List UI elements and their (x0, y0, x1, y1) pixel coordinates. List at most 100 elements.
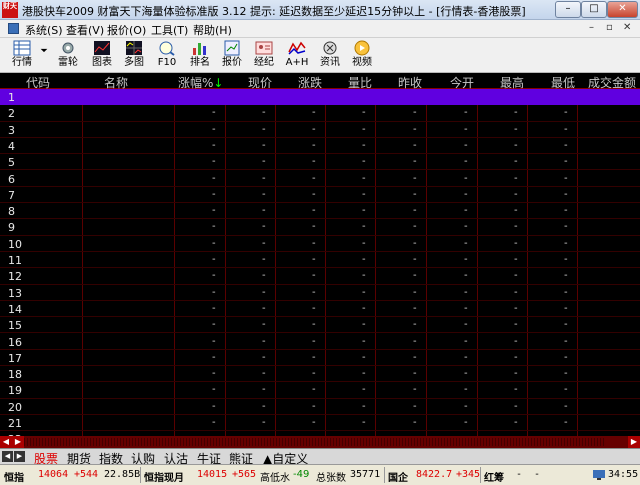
table-cell: - (212, 107, 216, 119)
china-ent-change: +345 (456, 469, 481, 480)
menu-quote[interactable]: 报价(O) (107, 22, 146, 38)
table-row[interactable]: 13 - - - - - - - - (0, 285, 640, 301)
table-cell: - (312, 107, 316, 119)
mdi-close-button[interactable]: ✕ (623, 22, 631, 33)
table-cell: - (262, 221, 266, 233)
table-cell: - (464, 139, 468, 151)
table-cell: - (262, 237, 266, 249)
toolbar-ranking-button[interactable]: 排名 (184, 39, 216, 72)
chart-icon (94, 41, 110, 55)
table-cell: - (413, 254, 417, 265)
table-cell: - (413, 123, 417, 135)
table-cell: - (413, 156, 417, 168)
scroll-track[interactable] (24, 438, 604, 446)
table-row[interactable]: 5 - - - - - - - - (0, 154, 640, 171)
menu-help[interactable]: 帮助(H) (193, 22, 232, 38)
table-cell: - (564, 139, 568, 151)
toolbar-label: 多图 (124, 57, 144, 68)
quote-table[interactable]: 12--------3--------4--------5--------6--… (0, 89, 640, 436)
table-cell: - (564, 237, 568, 249)
table-row[interactable]: 11 - - - - - - - - (0, 252, 640, 269)
table-cell: - (514, 335, 518, 347)
table-cell: - (362, 368, 366, 380)
table-row[interactable]: 21 - - - - - - - - (0, 415, 640, 432)
toolbar-f10-button[interactable]: F10 (151, 39, 183, 72)
table-cell: - (514, 302, 518, 314)
toolbar-chart-button[interactable]: 图表 (86, 39, 118, 72)
table-row[interactable]: 8 - - - - - - - - (0, 203, 640, 220)
table-cell: - (212, 368, 216, 380)
ah-icon (288, 41, 306, 55)
horizontal-scrollbar[interactable]: ◀ ▶ ▶ (0, 436, 640, 448)
row-number: 8 (8, 205, 15, 219)
table-cell: - (312, 368, 316, 380)
toolbar-multichart-button[interactable]: 多图 (118, 39, 150, 72)
row-number: 9 (8, 221, 15, 235)
table-row[interactable]: 2 - - - - - - - - (0, 105, 640, 122)
table-cell: - (262, 123, 266, 135)
table-row[interactable]: 19 - - - - - - - - (0, 382, 640, 399)
mdi-minimize-button[interactable]: – (589, 22, 594, 33)
table-cell: - (413, 286, 417, 298)
scroll-left-icon[interactable]: ◀ (0, 436, 12, 448)
table-row[interactable]: 12 - - - - - - - - (0, 268, 640, 285)
toolbar-ah-button[interactable]: A+H (281, 39, 313, 72)
table-icon (13, 40, 31, 56)
toolbar-quotes-button[interactable]: 行情 (6, 39, 38, 72)
table-cell: - (464, 400, 468, 412)
table-cell: - (413, 139, 417, 151)
row-number: 20 (8, 400, 22, 414)
table-cell: - (413, 368, 417, 380)
close-button[interactable]: ✕ (607, 1, 638, 18)
table-row[interactable]: 16 - - - - - - - - (0, 334, 640, 350)
toolbar-broker-button[interactable]: 经纪 (248, 39, 280, 72)
minimize-button[interactable]: – (555, 1, 581, 18)
menu-view[interactable]: 查看(V) (66, 22, 104, 38)
table-cell: - (312, 286, 316, 298)
table-cell: - (514, 139, 518, 151)
table-cell: - (564, 384, 568, 396)
table-cell: - (413, 351, 417, 363)
table-row[interactable]: 3 - - - - - - - - (0, 122, 640, 138)
menu-system[interactable]: 系统(S) (25, 22, 63, 38)
row-number: 14 (8, 302, 22, 316)
table-cell: - (564, 335, 568, 347)
table-row[interactable]: 6 - - - - - - - - (0, 171, 640, 187)
tab-prev-icon[interactable]: ◀ (2, 451, 13, 462)
table-row[interactable]: 9 - - - - - - - - (0, 219, 640, 236)
table-cell: - (312, 335, 316, 347)
table-row[interactable]: 14 - - - - - - - - (0, 301, 640, 318)
mdi-restore-button[interactable]: ▫ (606, 22, 613, 33)
table-cell: - (362, 351, 366, 363)
hsi-futures-label: 恒指现月 (144, 473, 184, 484)
toolbar-label: 行情 (12, 57, 32, 68)
scroll-right-icon[interactable]: ▶ (628, 436, 640, 448)
table-cell: - (413, 384, 417, 396)
table-row[interactable]: 17 - - - - - - - - (0, 350, 640, 367)
row-number: 21 (8, 417, 22, 430)
menu-bar: 系统(S) 查看(V) 报价(O) 工具(T) 帮助(H) – ▫ ✕ (0, 20, 640, 38)
table-row[interactable]: 4 - - - - - - - - (0, 138, 640, 155)
multichart-icon (126, 41, 142, 55)
table-row[interactable]: 7 - - - - - - - - (0, 187, 640, 204)
row-number: 4 (8, 139, 15, 153)
menu-tools[interactable]: 工具(T) (151, 22, 188, 38)
toolbar-quote-button[interactable]: 报价 (216, 39, 248, 72)
table-cell: - (312, 319, 316, 331)
table-row[interactable]: 15 - - - - - - - - (0, 317, 640, 334)
table-cell: - (312, 351, 316, 363)
toolbar-video-button[interactable]: 视频 (346, 39, 378, 72)
table-row[interactable]: 10 - - - - - - - - (0, 236, 640, 252)
maximize-button[interactable]: □ (581, 1, 607, 18)
table-cell: - (362, 400, 366, 412)
toolbar-radar-button[interactable]: 雷轮 (52, 39, 84, 72)
toolbar-news-button[interactable]: 资讯 (314, 39, 346, 72)
scroll-left-page-icon[interactable]: ▶ (12, 436, 24, 448)
table-cell: - (464, 302, 468, 314)
tab-next-icon[interactable]: ▶ (14, 451, 25, 462)
toolbar-quotes-dropdown[interactable] (38, 39, 50, 72)
table-row[interactable]: 20 - - - - - - - - (0, 399, 640, 415)
table-row[interactable]: 18 - - - - - - - - (0, 366, 640, 383)
table-cell: - (362, 254, 366, 265)
table-row[interactable]: 1 (0, 89, 640, 106)
